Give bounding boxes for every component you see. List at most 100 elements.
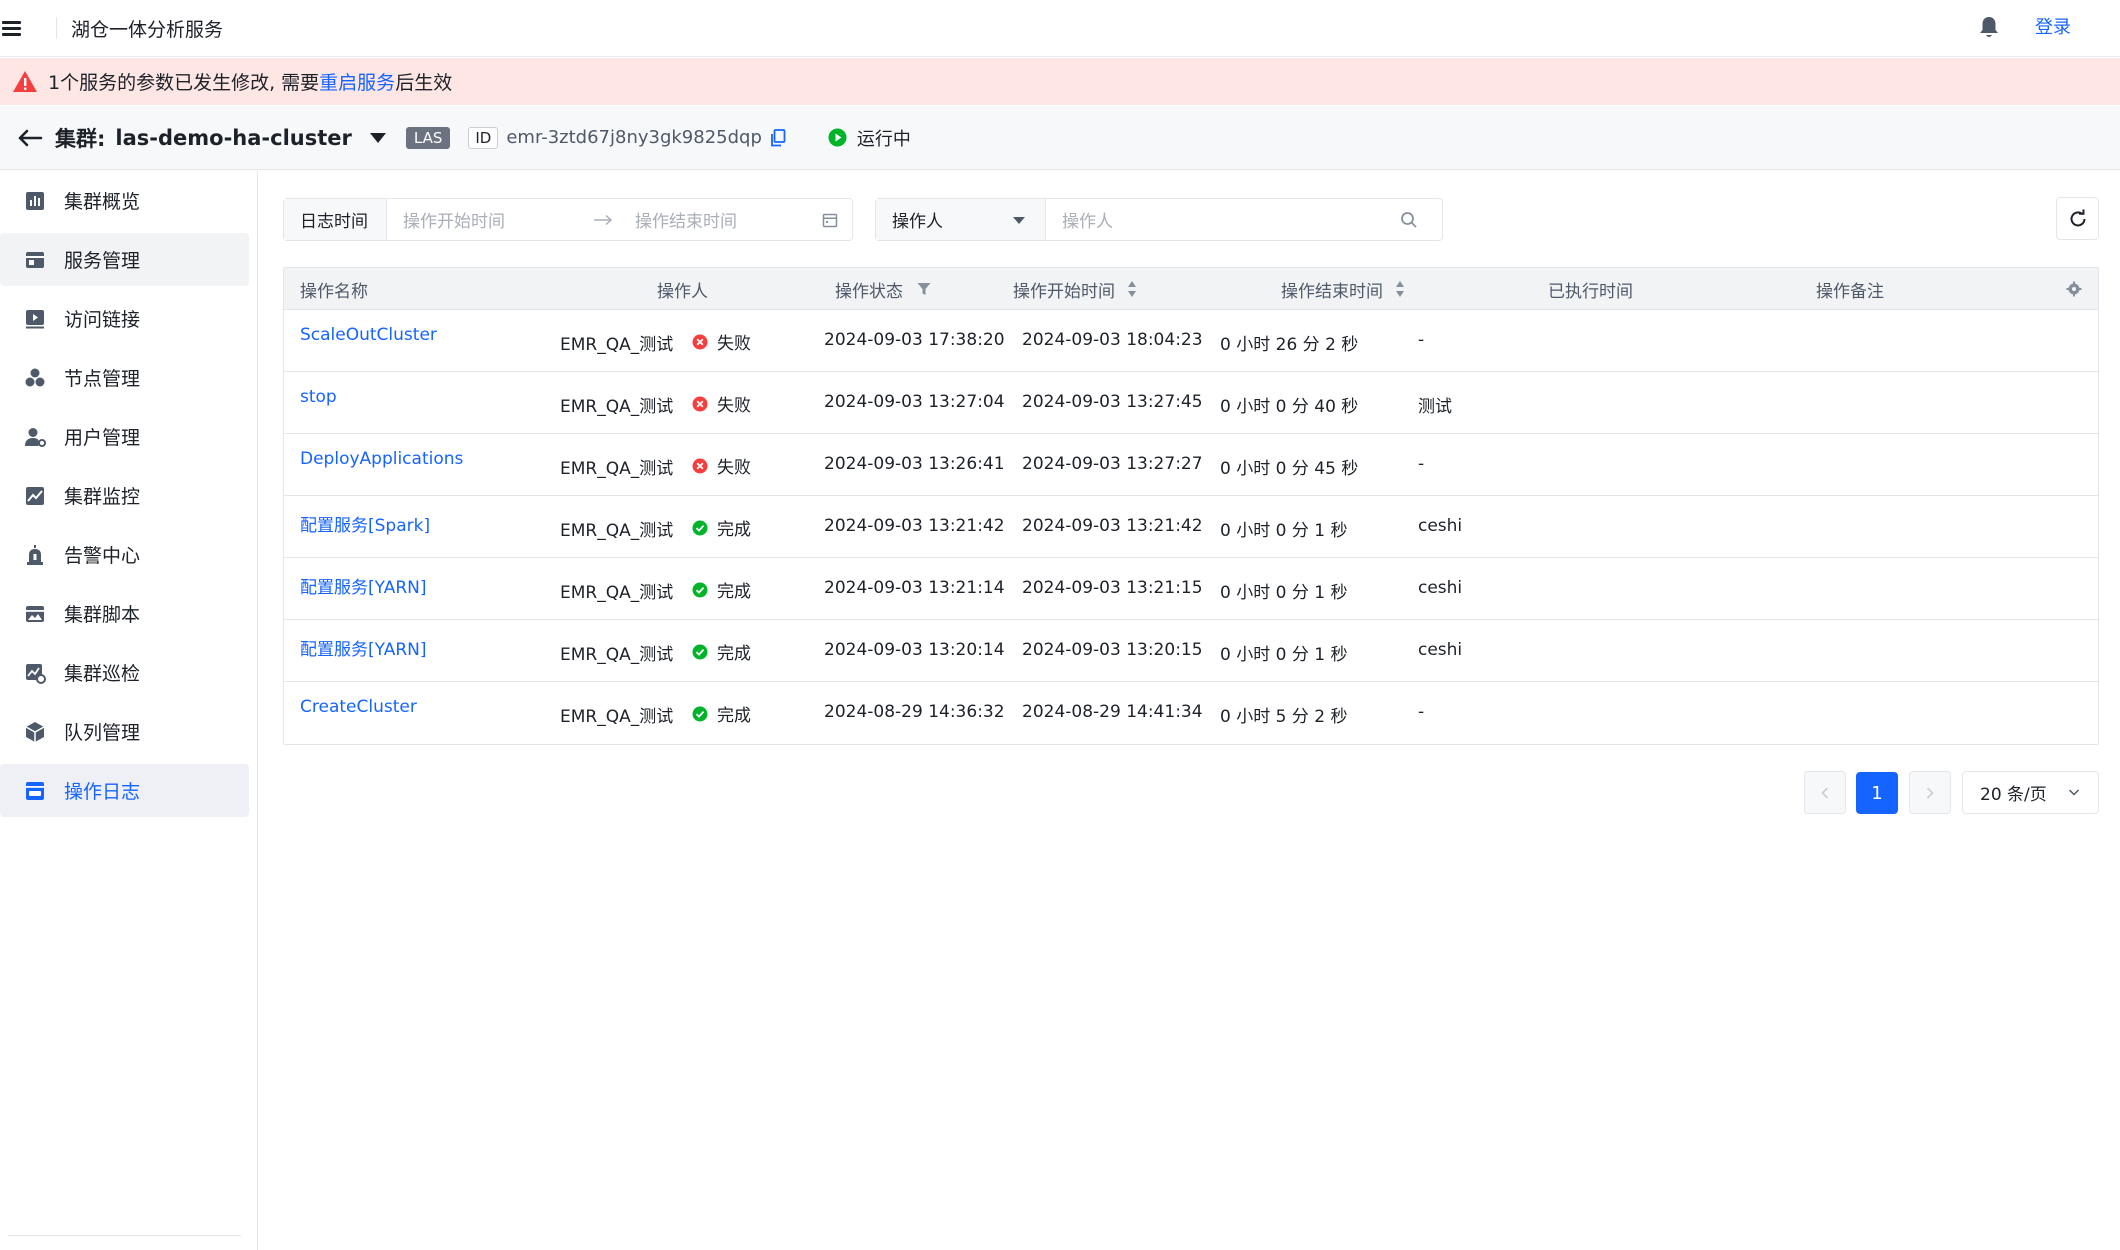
refresh-button[interactable] [2056,197,2099,240]
operation-name-link[interactable]: CreateCluster [300,697,417,717]
sidebar-item-queue-management[interactable]: 队列管理 [0,705,249,758]
main-content: 日志时间 操作开始时间 操作结束时间 操作人 操作人 操作名称 操作人 操作状态… [259,171,2120,1250]
duration-cell: 0 小时 26 分 2 秒 [1220,335,1359,355]
alert-prefix: 1个服务的参数已发生修改, 需要 [48,72,320,94]
page-size-value: 20 条/页 [1980,785,2047,805]
sidebar-item-label: 用户管理 [64,427,141,449]
cluster-dropdown-caret-icon[interactable] [369,132,386,143]
table-body: ScaleOutCluster EMR_QA_测试 失败 2024-09-03 17:… [284,310,2098,744]
col-header-operation-name: 操作名称 [300,281,368,302]
sidebar-item-label: 服务管理 [64,250,141,272]
status-text: 失败 [717,334,751,354]
sidebar-item-node-management[interactable]: 节点管理 [0,351,249,404]
sidebar-item-cluster-overview[interactable]: 集群概览 [0,174,249,227]
col-header-end-label: 操作结束时间 [1281,281,1383,302]
menu-icon[interactable] [2,19,26,37]
sidebar-item-cluster-script[interactable]: 集群脚本 [0,587,249,640]
sidebar-item-label: 集群脚本 [64,604,141,626]
operation-name-link[interactable]: 配置服务[YARN] [300,635,427,660]
sidebar-item-cluster-inspection[interactable]: 集群巡检 [0,646,249,699]
operator-cell: EMR_QA_测试 [560,335,674,355]
operation-name-link[interactable]: 配置服务[Spark] [300,511,430,536]
start-time-cell: 2024-09-03 13:21:14 [824,578,1005,598]
end-time-cell: 2024-09-03 13:20:15 [1022,640,1203,660]
search-icon[interactable] [1400,211,1418,229]
id-tag: ID [468,126,499,149]
end-time-cell: 2024-09-03 13:21:15 [1022,578,1203,598]
col-header-start-time[interactable]: 操作开始时间 [1013,268,1137,310]
copy-icon[interactable] [770,128,786,147]
end-time-cell: 2024-09-03 13:27:27 [1022,454,1203,474]
log-icon [26,781,44,800]
col-header-end-time[interactable]: 操作结束时间 [1281,268,1405,310]
operation-name-link[interactable]: stop [300,387,337,407]
page-1-button[interactable]: 1 [1856,772,1898,814]
alert-banner: 1个服务的参数已发生修改, 需要重启服务后生效 [0,58,2120,105]
status-cell: 完成 [692,577,751,602]
status-cell: 失败 [692,453,751,478]
fail-status-icon [692,334,708,349]
login-link[interactable]: 登录 [2035,13,2071,39]
table-row: 配置服务[YARN] EMR_QA_测试 完成 2024-09-03 13:20:14… [284,620,2098,682]
operator-field-select[interactable]: 操作人 [876,199,1046,240]
col-header-operator: 操作人 [657,281,708,302]
note-cell: ceshi [1418,640,1463,660]
col-header-status: 操作状态 [835,268,931,310]
start-time-input[interactable]: 操作开始时间 [403,207,593,232]
next-page-button[interactable] [1909,771,1951,814]
note-cell: 测试 [1418,397,1452,417]
restart-service-link[interactable]: 重启服务 [319,72,395,94]
service-icon [26,251,44,268]
cube-icon [25,721,45,742]
table-row: 配置服务[Spark] EMR_QA_测试 完成 2024-09-03 13:21:4… [284,496,2098,558]
sidebar-item-user-management[interactable]: 用户管理 [0,410,249,463]
alert-message: 1个服务的参数已发生修改, 需要重启服务后生效 [48,68,452,95]
sidebar-item-access-links[interactable]: 访问链接 [0,292,249,345]
status-cell: 失败 [692,329,751,354]
dropdown-triangle-icon [1013,217,1025,224]
prev-page-button[interactable] [1804,771,1846,814]
note-cell: - [1418,330,1425,350]
cluster-header: 集群: las-demo-ha-cluster LAS ID emr-3ztd6… [0,106,2120,170]
start-time-cell: 2024-09-03 13:27:04 [824,392,1005,412]
sidebar-item-operation-log[interactable]: 操作日志 [0,764,249,817]
end-time-cell: 2024-08-29 14:41:34 [1022,702,1203,722]
note-cell: - [1418,702,1425,722]
table-header: 操作名称 操作人 操作状态 操作开始时间 操作结束时间 已执行时间 操作备注 [284,268,2098,310]
success-status-icon [692,520,708,535]
note-cell: ceshi [1418,516,1463,536]
back-arrow-icon[interactable] [17,128,43,148]
status-cell: 完成 [692,701,751,726]
success-status-icon [692,706,708,721]
operation-log-table: 操作名称 操作人 操作状态 操作开始时间 操作结束时间 已执行时间 操作备注 S… [283,267,2099,745]
filter-icon[interactable] [917,282,931,296]
running-status-icon [828,128,847,147]
duration-cell: 0 小时 0 分 1 秒 [1220,583,1348,603]
status-text: 完成 [717,644,751,664]
success-status-icon [692,582,708,597]
operator-cell: EMR_QA_测试 [560,707,674,727]
start-time-cell: 2024-08-29 14:36:32 [824,702,1005,722]
settings-gear-icon[interactable] [2066,281,2082,297]
sidebar-item-cluster-monitor[interactable]: 集群监控 [0,469,249,522]
operator-cell: EMR_QA_测试 [560,521,674,541]
user-gear-icon [25,427,46,447]
sidebar-divider [8,1235,241,1236]
warning-icon [13,70,37,92]
end-time-input[interactable]: 操作结束时间 [635,207,822,232]
operation-name-link[interactable]: DeployApplications [300,449,463,469]
page-size-select[interactable]: 20 条/页 [1962,771,2099,814]
sort-icon[interactable] [1127,280,1137,298]
sort-icon[interactable] [1395,280,1405,298]
sidebar-item-service-management[interactable]: 服务管理 [0,233,249,286]
sidebar-item-alarm-center[interactable]: 告警中心 [0,528,249,581]
operation-name-link[interactable]: ScaleOutCluster [300,325,437,345]
calendar-icon[interactable] [822,212,838,228]
operation-name-link[interactable]: 配置服务[YARN] [300,573,427,598]
bell-icon[interactable] [1978,15,2000,39]
cluster-label: 集群: [55,126,106,151]
operator-cell: EMR_QA_测试 [560,583,674,603]
top-divider [56,17,57,39]
operator-search-input[interactable]: 操作人 [1062,207,1400,232]
duration-cell: 0 小时 5 分 2 秒 [1220,707,1348,727]
